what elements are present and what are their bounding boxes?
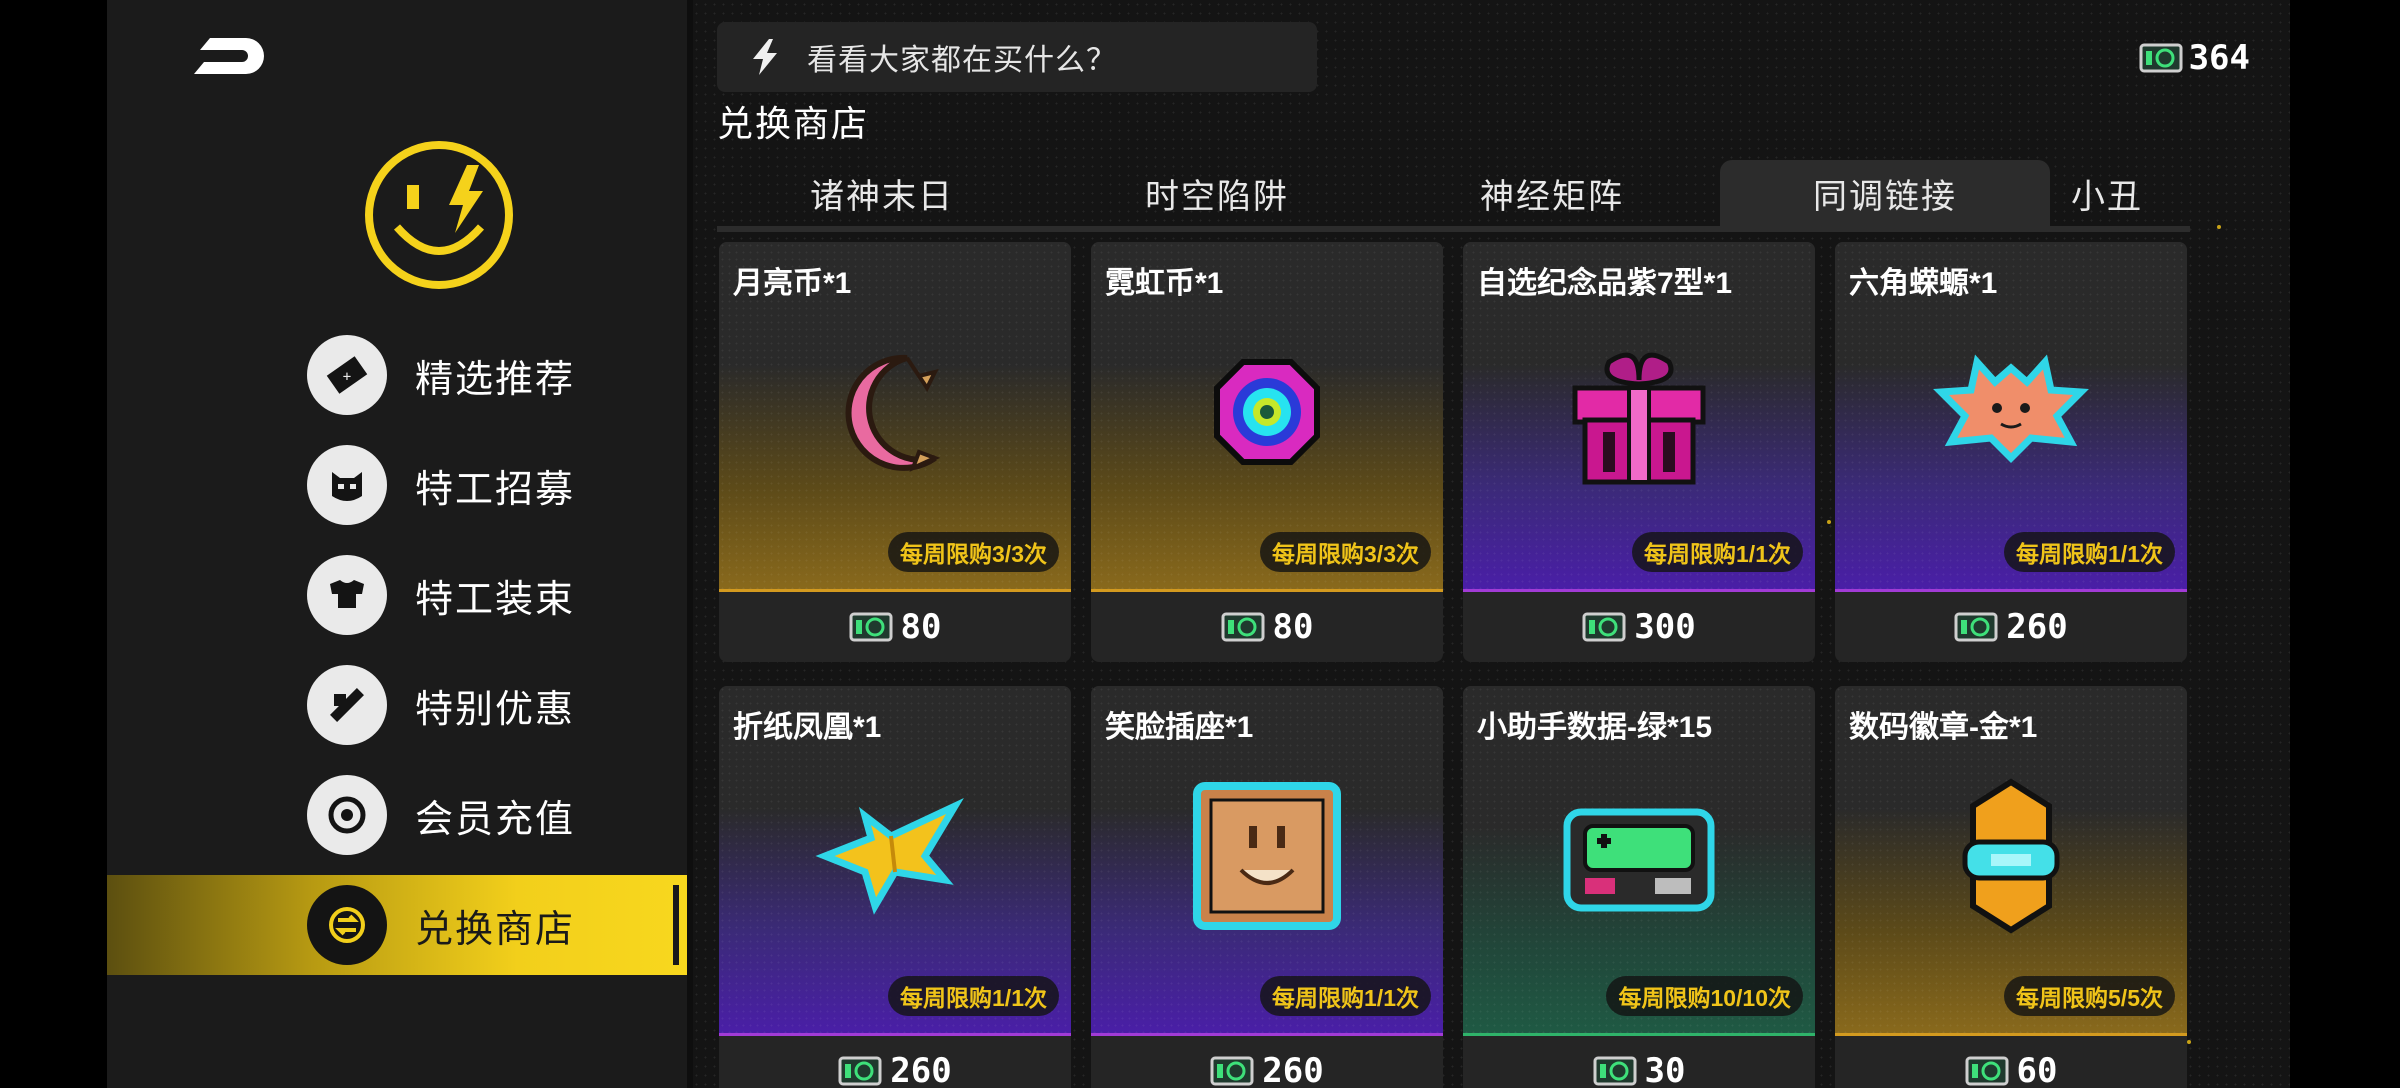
purchase-limit-badge: 每周限购1/1次 bbox=[1632, 532, 1803, 572]
item-name: 折纸凤凰*1 bbox=[733, 711, 882, 744]
shop-item-card[interactable]: 笑脸插座*1 每周限购1/1次 260 bbox=[1091, 686, 1443, 1088]
sidebar-item-label: 特别优惠 bbox=[415, 688, 576, 731]
whats-trending-ticker[interactable]: 看看大家都在买什么？ bbox=[717, 22, 1317, 92]
sidebar-item-special[interactable]: 特别优惠 bbox=[107, 650, 693, 760]
data-chip-icon bbox=[1563, 808, 1715, 912]
item-name: 小助手数据-绿*15 bbox=[1477, 711, 1713, 744]
purchase-limit-badge: 每周限购1/1次 bbox=[1260, 976, 1431, 1016]
chip-currency-icon bbox=[1954, 612, 1998, 642]
purchase-limit-badge: 每周限购3/3次 bbox=[1260, 532, 1431, 572]
purchase-limit-badge: 每周限购5/5次 bbox=[2004, 976, 2175, 1016]
tab-ragnarok[interactable]: 诸神末日 bbox=[717, 160, 1047, 226]
gift-box-icon bbox=[1572, 352, 1706, 485]
price-amount: 260 bbox=[2006, 607, 2068, 647]
chip-currency-icon bbox=[849, 612, 893, 642]
chip-currency-icon bbox=[1593, 1056, 1637, 1086]
price-amount: 300 bbox=[1634, 607, 1696, 647]
gold-badge-icon bbox=[1962, 778, 2060, 934]
section-title: 兑换商店 bbox=[717, 103, 870, 144]
sidebar-item-label: 会员充值 bbox=[415, 798, 576, 841]
item-price: 80 bbox=[1091, 592, 1443, 662]
sidebar-item-featured[interactable]: + 精选推荐 bbox=[107, 320, 693, 430]
svg-text:+: + bbox=[343, 369, 351, 385]
lightning-icon bbox=[753, 39, 777, 75]
chip-currency-icon bbox=[1582, 612, 1626, 642]
price-amount: 260 bbox=[890, 1051, 952, 1088]
sidebar-item-recruit[interactable]: 特工招募 bbox=[107, 430, 693, 540]
item-name: 数码徽章-金*1 bbox=[1849, 711, 2038, 744]
back-button[interactable] bbox=[192, 32, 270, 82]
item-price: 30 bbox=[1463, 1036, 1815, 1088]
crescent-moon-icon bbox=[845, 354, 941, 472]
wrench-icon bbox=[307, 665, 387, 745]
currency-balance: 364 bbox=[2139, 38, 2250, 78]
sidebar-item-outfit[interactable]: 特工装束 bbox=[107, 540, 693, 650]
smiley-socket-icon bbox=[1193, 782, 1341, 930]
ticker-text: 看看大家都在买什么？ bbox=[807, 44, 1117, 77]
neon-coin-icon bbox=[1214, 359, 1320, 465]
item-name: 笑脸插座*1 bbox=[1105, 711, 1254, 744]
item-name: 月亮币*1 bbox=[733, 267, 852, 300]
sidebar-item-label: 特工招募 bbox=[415, 468, 576, 511]
item-price: 260 bbox=[1091, 1036, 1443, 1088]
price-amount: 80 bbox=[1272, 607, 1314, 647]
item-price: 260 bbox=[1835, 592, 2187, 662]
tab-time-trap[interactable]: 时空陷阱 bbox=[1052, 160, 1382, 226]
axolotl-icon bbox=[1933, 354, 2089, 463]
price-amount: 60 bbox=[2016, 1051, 2058, 1088]
sidebar-item-label: 特工装束 bbox=[415, 578, 576, 621]
coin-ring-icon bbox=[307, 775, 387, 855]
purchase-limit-badge: 每周限购1/1次 bbox=[2004, 532, 2175, 572]
tab-clown[interactable]: 小丑 bbox=[2057, 160, 2190, 226]
item-price: 300 bbox=[1463, 592, 1815, 662]
shop-item-card[interactable]: 折纸凤凰*1 每周限购1/1次 260 bbox=[719, 686, 1071, 1088]
chip-currency-icon bbox=[838, 1056, 882, 1086]
chip-currency-icon bbox=[1210, 1056, 1254, 1086]
ticket-icon: + bbox=[307, 335, 387, 415]
price-amount: 260 bbox=[1262, 1051, 1324, 1088]
item-price: 60 bbox=[1835, 1036, 2187, 1088]
outfit-icon bbox=[307, 555, 387, 635]
chip-currency-icon bbox=[1965, 1056, 2009, 1086]
category-tabs: 诸神末日 时空陷阱 神经矩阵 同调链接 小丑 bbox=[717, 150, 2190, 232]
currency-amount: 364 bbox=[2188, 38, 2250, 78]
sidebar-nav: + 精选推荐 特工招募 特工装束 特别优惠 会员充值 兑换商店 bbox=[107, 320, 693, 975]
sidebar-item-membership[interactable]: 会员充值 bbox=[107, 760, 693, 870]
tab-neural-matrix[interactable]: 神经矩阵 bbox=[1387, 160, 1717, 226]
sidebar: + 精选推荐 特工招募 特工装束 特别优惠 会员充值 兑换商店 bbox=[107, 0, 693, 1088]
shop-item-card[interactable]: 数码徽章-金*1 每周限购5/5次 60 bbox=[1835, 686, 2187, 1088]
purchase-limit-badge: 每周限购3/3次 bbox=[888, 532, 1059, 572]
shop-item-card[interactable]: 月亮币*1 每周限购3/3次 80 bbox=[719, 242, 1071, 662]
sidebar-item-label: 兑换商店 bbox=[415, 908, 576, 951]
item-name: 自选纪念品紫7型*1 bbox=[1477, 267, 1733, 300]
paper-phoenix-icon bbox=[815, 797, 964, 915]
chip-currency-icon bbox=[2139, 43, 2183, 73]
sidebar-item-exchange-shop[interactable]: 兑换商店 bbox=[107, 875, 693, 975]
chip-currency-icon bbox=[1221, 612, 1265, 642]
smiley-bolt-logo bbox=[359, 135, 519, 295]
shop-item-card[interactable]: 小助手数据-绿*15 每周限购10/10次 30 bbox=[1463, 686, 1815, 1088]
item-name: 霓虹币*1 bbox=[1105, 267, 1224, 300]
shop-item-card[interactable]: 自选纪念品紫7型*1 每周限购1/1次 300 bbox=[1463, 242, 1815, 662]
shop-item-card[interactable]: 六角蝾螈*1 每周限购1/1次 260 bbox=[1835, 242, 2187, 662]
agent-face-icon bbox=[307, 445, 387, 525]
price-amount: 80 bbox=[900, 607, 942, 647]
sidebar-item-label: 精选推荐 bbox=[415, 358, 576, 401]
item-price: 260 bbox=[719, 1036, 1071, 1088]
exchange-icon bbox=[307, 885, 387, 965]
price-amount: 30 bbox=[1644, 1051, 1686, 1088]
shop-screen: + 精选推荐 特工招募 特工装束 特别优惠 会员充值 兑换商店 看看大家都在买什… bbox=[107, 0, 2290, 1088]
item-name: 六角蝾螈*1 bbox=[1849, 267, 1998, 300]
shop-item-card[interactable]: 霓虹币*1 每周限购3/3次 80 bbox=[1091, 242, 1443, 662]
item-price: 80 bbox=[719, 592, 1071, 662]
purchase-limit-badge: 每周限购10/10次 bbox=[1606, 976, 1803, 1016]
purchase-limit-badge: 每周限购1/1次 bbox=[888, 976, 1059, 1016]
back-arrow-icon bbox=[194, 38, 264, 74]
tab-sync-link[interactable]: 同调链接 bbox=[1720, 160, 2050, 226]
